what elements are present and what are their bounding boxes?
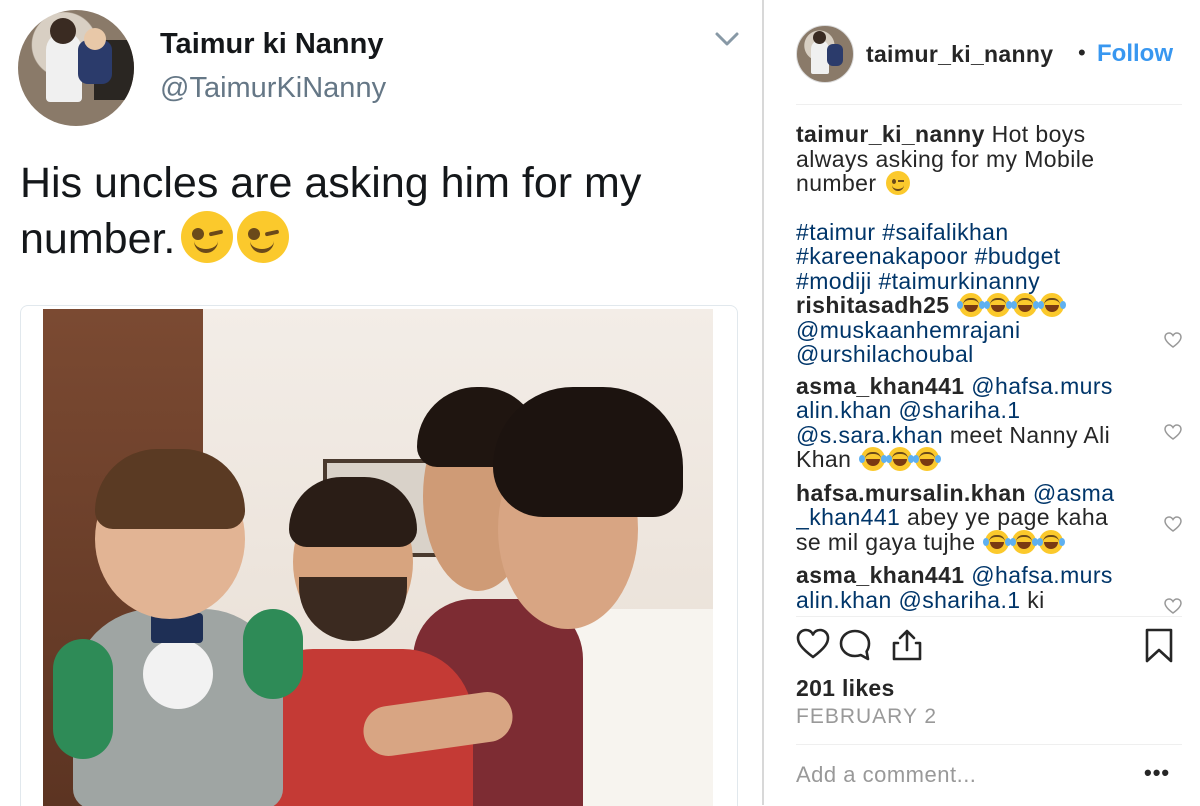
- comment-text: meet Nanny Ali: [949, 421, 1111, 448]
- separator-dot: •: [1078, 40, 1086, 65]
- share-icon[interactable]: [890, 628, 924, 662]
- comment-text: abey ye page kaha: [907, 504, 1109, 530]
- comment: asma_khan441 @hafsa.murs alin.khan @shar…: [796, 563, 1166, 612]
- comment: hafsa.mursalin.khan @asma _khan441 abey …: [796, 480, 1166, 555]
- comments-list[interactable]: taimur_ki_nanny Hot boys always asking f…: [796, 122, 1166, 612]
- follow-button[interactable]: Follow: [1097, 40, 1173, 68]
- winking-face-icon: [886, 171, 911, 195]
- comment-mention[interactable]: @shariha.1: [898, 587, 1020, 613]
- add-comment-input[interactable]: Add a comment...: [796, 762, 976, 788]
- tweet-text-line-2: number.: [20, 211, 740, 267]
- caption-hashtags-1[interactable]: #taimur #saifalikhan: [796, 219, 1166, 245]
- comment-mention[interactable]: alin.khan: [796, 587, 892, 613]
- caption-text-3: number: [796, 170, 877, 196]
- more-options-icon[interactable]: •••: [1144, 760, 1170, 786]
- winking-face-icon: [237, 211, 290, 263]
- tweet-text-line-2-words: number.: [20, 215, 176, 263]
- likes-count[interactable]: 201 likes: [796, 675, 895, 702]
- comment-mention[interactable]: @urshilachoubal: [796, 342, 1166, 367]
- heart-icon[interactable]: [1164, 332, 1182, 348]
- instagram-username[interactable]: taimur_ki_nanny: [866, 41, 1053, 68]
- tweet-media[interactable]: [20, 305, 738, 806]
- comment: asma_khan441 @hafsa.murs alin.khan @shar…: [796, 373, 1166, 472]
- tears-of-joy-icon: [984, 293, 1013, 317]
- post-date: FEBRUARY 2: [796, 705, 938, 728]
- bookmark-icon[interactable]: [1144, 628, 1174, 664]
- tears-of-joy-icon: [983, 529, 1012, 554]
- comment-mention[interactable]: @s.sara.khan: [796, 422, 943, 448]
- comment-text: se mil gaya tujhe: [796, 528, 976, 555]
- tears-of-joy-icon: [1038, 293, 1067, 317]
- heart-icon[interactable]: [1164, 598, 1182, 614]
- tears-of-joy-icon: [913, 447, 942, 471]
- caption: taimur_ki_nanny Hot boys always asking f…: [796, 122, 1166, 293]
- comment-mention[interactable]: _khan441: [796, 504, 900, 530]
- tweet-card: Taimur ki Nanny @TaimurKiNanny His uncle…: [0, 0, 762, 806]
- comment-mention[interactable]: @muskaanhemrajani: [796, 317, 1166, 343]
- tweet-avatar[interactable]: [18, 10, 134, 126]
- comment-mention[interactable]: @asma: [1033, 480, 1115, 506]
- caption-hashtags-3[interactable]: #modiji #taimurkinanny: [796, 268, 1166, 294]
- comment-box-divider: [796, 744, 1182, 745]
- instagram-avatar[interactable]: [796, 25, 854, 83]
- chevron-down-icon[interactable]: [714, 30, 740, 48]
- tweet-display-name[interactable]: Taimur ki Nanny: [160, 28, 383, 61]
- comment-mention[interactable]: @hafsa.murs: [971, 373, 1113, 399]
- tweet-handle[interactable]: @TaimurKiNanny: [160, 72, 386, 105]
- comment-icon[interactable]: [838, 628, 872, 662]
- tears-of-joy-icon: [1010, 529, 1039, 554]
- comment-mention[interactable]: alin.khan: [796, 397, 892, 423]
- comment-username[interactable]: hafsa.mursalin.khan: [796, 480, 1026, 506]
- comment-username[interactable]: asma_khan441: [796, 373, 964, 399]
- actions-divider: [796, 616, 1182, 617]
- caption-username[interactable]: taimur_ki_nanny: [796, 122, 985, 147]
- tweet-text-line-1: His uncles are asking him for my: [20, 159, 642, 207]
- tears-of-joy-icon: [1037, 529, 1066, 554]
- comment-text: ki: [1027, 586, 1045, 612]
- heart-icon[interactable]: [796, 628, 830, 660]
- header-divider: [796, 104, 1182, 105]
- heart-icon[interactable]: [1164, 516, 1182, 532]
- comment-username[interactable]: rishitasadh25: [796, 292, 950, 318]
- heart-icon[interactable]: [1164, 424, 1182, 440]
- tears-of-joy-icon: [859, 447, 888, 471]
- caption-text-2: always asking for my Mobile: [796, 145, 1095, 172]
- caption-text-1: Hot boys: [991, 122, 1086, 147]
- winking-face-icon: [181, 211, 234, 263]
- post-actions: [796, 628, 1182, 668]
- comment: rishitasadh25 @muskaanhemrajani @urshila…: [796, 293, 1166, 367]
- tears-of-joy-icon: [886, 447, 915, 471]
- comment-username[interactable]: asma_khan441: [796, 562, 964, 588]
- tweet-text: His uncles are asking him for my number.: [20, 156, 740, 267]
- comment-text: Khan: [796, 446, 852, 472]
- caption-hashtags-2[interactable]: #kareenakapoor #budget: [796, 244, 1166, 269]
- comment-mention[interactable]: @shariha.1: [898, 397, 1020, 423]
- comment-mention[interactable]: @hafsa.murs: [971, 562, 1113, 588]
- tears-of-joy-icon: [1011, 293, 1040, 317]
- tears-of-joy-icon: [957, 293, 986, 317]
- tweet-photo[interactable]: [43, 309, 713, 806]
- instagram-post: taimur_ki_nanny • Follow taimur_ki_nanny…: [764, 0, 1200, 805]
